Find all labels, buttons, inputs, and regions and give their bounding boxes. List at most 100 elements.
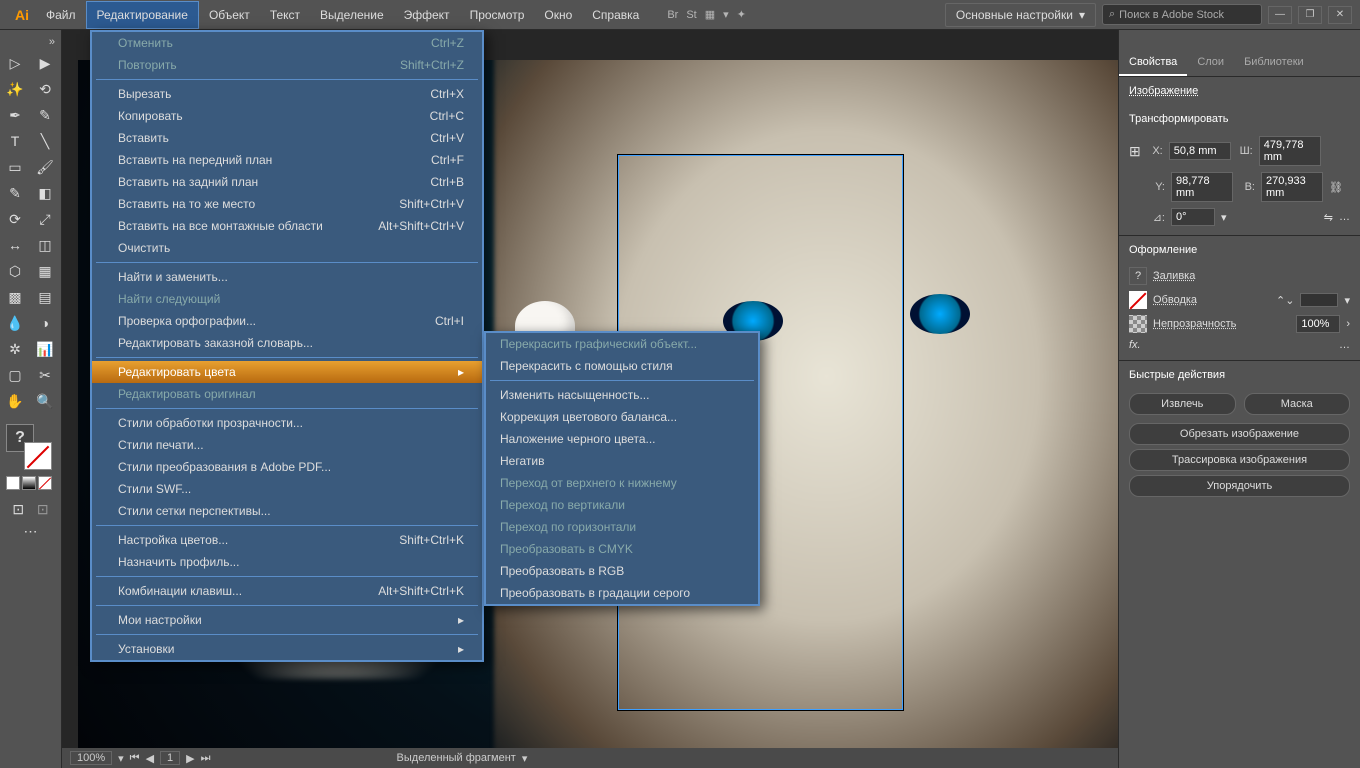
graph-tool[interactable]: 📊 <box>30 336 60 362</box>
edit-menu-item-15[interactable]: Редактировать заказной словарь... <box>92 332 482 354</box>
gpu-icon[interactable]: ✦ <box>737 8 746 21</box>
mesh-tool[interactable]: ▩ <box>0 284 30 310</box>
stroke-weight-stepper[interactable]: ⌃⌄ <box>1276 294 1294 307</box>
slice-tool[interactable]: ✂ <box>30 362 60 388</box>
rectangle-tool[interactable]: ▭ <box>0 154 30 180</box>
scale-tool[interactable]: ⤢ <box>30 206 60 232</box>
edit-toolbar[interactable]: ⋯ <box>16 518 46 544</box>
fx-icon[interactable]: fx. <box>1129 339 1141 351</box>
fill-swatch-icon[interactable]: ? <box>1129 267 1147 285</box>
zoom-caret-icon[interactable]: ▾ <box>118 752 124 765</box>
curvature-tool[interactable]: ✎ <box>30 102 60 128</box>
edit-colors-submenu[interactable]: Перекрасить графический объект...Перекра… <box>484 331 760 606</box>
nav-first-icon[interactable]: ⏮ <box>130 752 140 765</box>
edit-menu-item-24[interactable]: Стили сетки перспективы... <box>92 500 482 522</box>
reference-point-icon[interactable]: ⊞ <box>1129 143 1141 160</box>
bridge-icon[interactable]: Br <box>667 9 678 21</box>
color-submenu-item-6[interactable]: Негатив <box>486 450 758 472</box>
menu-select[interactable]: Выделение <box>310 2 394 28</box>
caret-icon[interactable]: ▾ <box>723 8 729 21</box>
color-submenu-item-11[interactable]: Преобразовать в RGB <box>486 560 758 582</box>
x-field[interactable]: 50,8 mm <box>1169 142 1231 160</box>
menu-file[interactable]: Файл <box>36 2 86 28</box>
menu-help[interactable]: Справка <box>582 2 649 28</box>
width-tool[interactable]: ↔ <box>0 232 30 258</box>
edit-menu-item-23[interactable]: Стили SWF... <box>92 478 482 500</box>
direct-selection-tool[interactable]: ▶ <box>30 50 60 76</box>
eyedropper-tool[interactable]: 💧 <box>0 310 30 336</box>
angle-caret-icon[interactable]: ▾ <box>1221 211 1227 224</box>
stroke-profile[interactable] <box>1300 293 1338 307</box>
more-appearance-icon[interactable]: … <box>1339 339 1350 351</box>
blend-tool[interactable]: ◑ <box>30 310 60 336</box>
eraser-tool[interactable]: ◧ <box>30 180 60 206</box>
artboard-number[interactable]: 1 <box>160 751 180 765</box>
edit-menu-item-20[interactable]: Стили обработки прозрачности... <box>92 412 482 434</box>
edit-menu-item-5[interactable]: ВставитьCtrl+V <box>92 127 482 149</box>
symbol-sprayer-tool[interactable]: ✲ <box>0 336 30 362</box>
menu-object[interactable]: Объект <box>199 2 260 28</box>
workspace-switcher[interactable]: Основные настройки ▾ <box>945 3 1096 27</box>
color-submenu-item-3[interactable]: Изменить насыщенность... <box>486 384 758 406</box>
edit-menu-item-10[interactable]: Очистить <box>92 237 482 259</box>
edit-menu-item-22[interactable]: Стили преобразования в Adobe PDF... <box>92 456 482 478</box>
color-submenu-item-5[interactable]: Наложение черного цвета... <box>486 428 758 450</box>
shape-builder-tool[interactable]: ⬡ <box>0 258 30 284</box>
type-tool[interactable]: T <box>0 128 30 154</box>
color-submenu-item-12[interactable]: Преобразовать в градации серого <box>486 582 758 604</box>
opacity-field[interactable]: 100% <box>1296 315 1340 333</box>
window-close[interactable]: ✕ <box>1328 6 1352 24</box>
edit-menu-item-21[interactable]: Стили печати... <box>92 434 482 456</box>
window-minimize[interactable]: — <box>1268 6 1292 24</box>
tab-layers[interactable]: Слои <box>1187 50 1234 76</box>
arrange-button[interactable]: Упорядочить <box>1129 475 1350 497</box>
edit-menu-item-27[interactable]: Назначить профиль... <box>92 551 482 573</box>
opacity-caret-icon[interactable]: › <box>1346 318 1350 330</box>
nav-last-icon[interactable]: ⏭ <box>201 752 211 765</box>
edit-menu-item-31[interactable]: Мои настройки <box>92 609 482 631</box>
window-maximize[interactable]: ❐ <box>1298 6 1322 24</box>
magic-wand-tool[interactable]: ✨ <box>0 76 30 102</box>
mask-button[interactable]: Маска <box>1244 393 1351 415</box>
artboard-tool[interactable]: ▢ <box>0 362 30 388</box>
crop-image-button[interactable]: Обрезать изображение <box>1129 423 1350 445</box>
stock-icon[interactable]: St <box>686 9 696 21</box>
angle-field[interactable]: 0° <box>1171 208 1215 226</box>
menu-window[interactable]: Окно <box>534 2 582 28</box>
edit-menu-item-6[interactable]: Вставить на передний планCtrl+F <box>92 149 482 171</box>
edit-menu-item-9[interactable]: Вставить на все монтажные областиAlt+Shi… <box>92 215 482 237</box>
color-submenu-item-1[interactable]: Перекрасить с помощью стиля <box>486 355 758 377</box>
tab-properties[interactable]: Свойства <box>1119 50 1187 76</box>
toolbar-flyout[interactable]: » <box>0 34 61 50</box>
zoom-tool[interactable]: 🔍 <box>30 388 60 414</box>
edit-menu-item-7[interactable]: Вставить на задний планCtrl+B <box>92 171 482 193</box>
stroke-profile-caret-icon[interactable]: ▾ <box>1344 294 1350 307</box>
arrange-icon[interactable]: ▦ <box>705 8 715 21</box>
menu-effect[interactable]: Эффект <box>394 2 460 28</box>
edit-menu-item-26[interactable]: Настройка цветов...Shift+Ctrl+K <box>92 529 482 551</box>
edit-menu-item-4[interactable]: КопироватьCtrl+C <box>92 105 482 127</box>
edit-menu-item-3[interactable]: ВырезатьCtrl+X <box>92 83 482 105</box>
gradient-tool[interactable]: ▤ <box>30 284 60 310</box>
perspective-tool[interactable]: ▦ <box>30 258 60 284</box>
color-mode-none[interactable] <box>38 476 52 490</box>
color-mode-solid[interactable] <box>6 476 20 490</box>
stroke-swatch[interactable] <box>24 442 52 470</box>
image-trace-button[interactable]: Трассировка изображения <box>1129 449 1350 471</box>
edit-menu-item-17[interactable]: Редактировать цвета <box>92 361 482 383</box>
pen-tool[interactable]: ✒ <box>0 102 30 128</box>
nav-next-icon[interactable]: ▶ <box>186 752 194 765</box>
nav-prev-icon[interactable]: ◀ <box>146 752 154 765</box>
free-transform-tool[interactable]: ◫ <box>30 232 60 258</box>
menu-text[interactable]: Текст <box>260 2 310 28</box>
menu-view[interactable]: Просмотр <box>460 2 535 28</box>
selection-tool[interactable]: ▷ <box>0 50 30 76</box>
embed-button[interactable]: Извлечь <box>1129 393 1236 415</box>
stock-search[interactable]: ⌕ Поиск в Adobe Stock <box>1102 4 1262 25</box>
edit-menu-item-29[interactable]: Комбинации клавиш...Alt+Shift+Ctrl+K <box>92 580 482 602</box>
flip-icon[interactable]: ⇋ <box>1324 211 1333 224</box>
edit-menu-item-8[interactable]: Вставить на то же местоShift+Ctrl+V <box>92 193 482 215</box>
brush-tool[interactable]: 🖌 <box>30 154 60 180</box>
edit-menu-dropdown[interactable]: ОтменитьCtrl+ZПовторитьShift+Ctrl+ZВырез… <box>90 30 484 662</box>
fill-stroke-swatch[interactable]: ? <box>6 424 52 470</box>
